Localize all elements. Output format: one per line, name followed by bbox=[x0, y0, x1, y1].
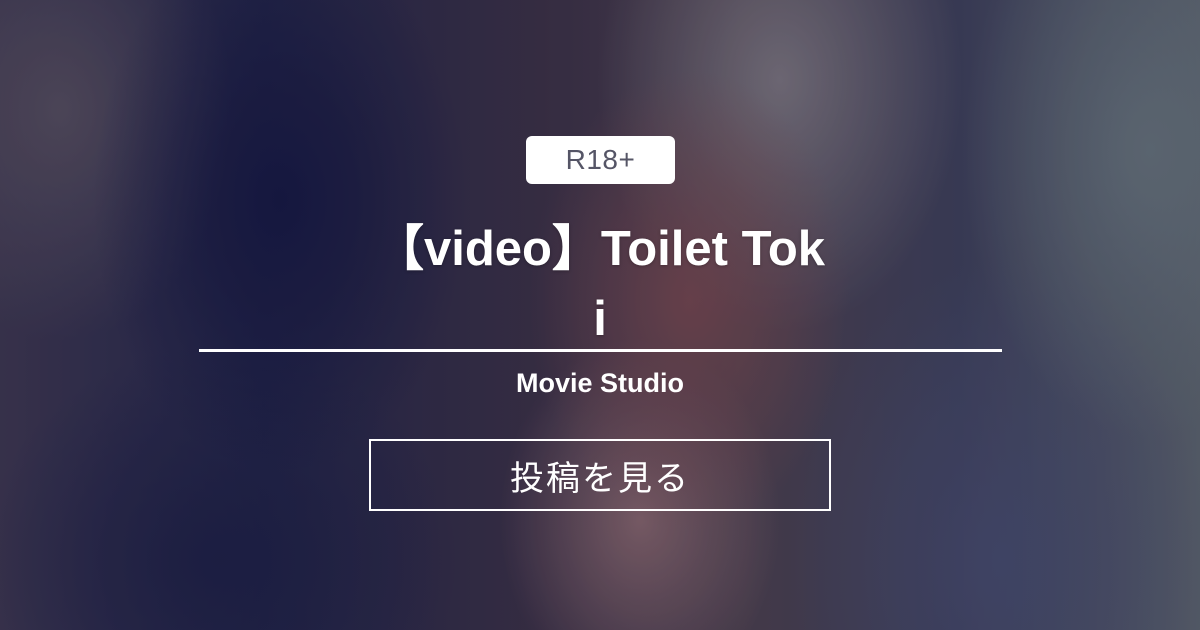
creator-name: Movie Studio bbox=[516, 368, 684, 398]
post-title: 【video】Toilet Toki bbox=[374, 222, 826, 346]
age-rating-badge: R18+ bbox=[526, 136, 675, 184]
share-card: R18+ 【video】Toilet Toki Movie Studio 投稿を… bbox=[0, 0, 1200, 630]
title-divider bbox=[199, 349, 1002, 352]
view-post-button[interactable]: 投稿を見る bbox=[369, 439, 831, 511]
